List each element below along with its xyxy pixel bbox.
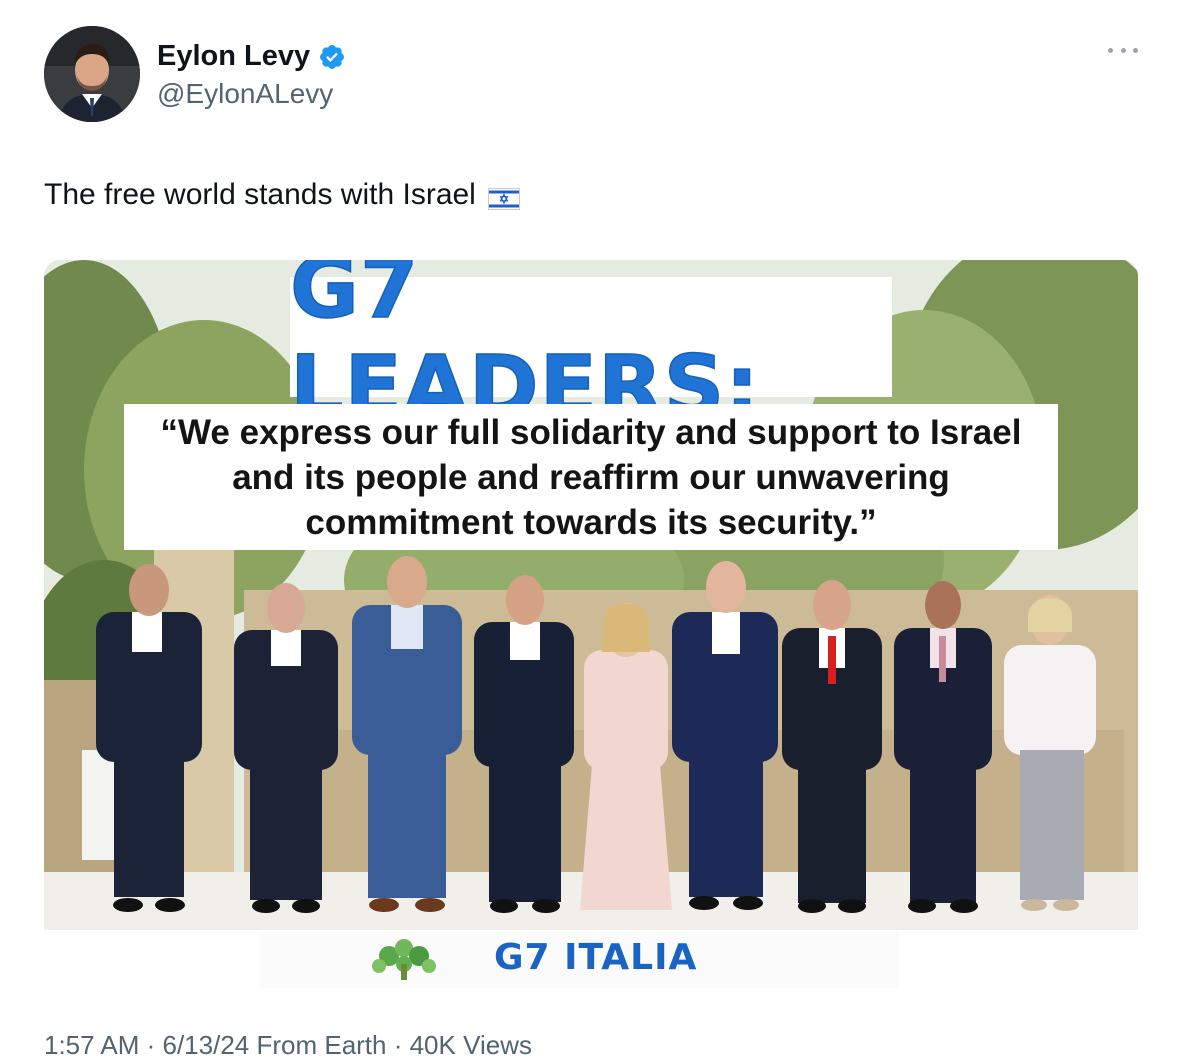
tweet-media-image[interactable]: G7 LEADERS: “We express our full solidar… <box>44 260 1138 988</box>
author-name[interactable]: Eylon Levy <box>157 40 346 73</box>
author-display-name[interactable]: Eylon Levy <box>157 40 310 73</box>
more-dot <box>1108 47 1113 53</box>
headline-banner: G7 LEADERS: <box>289 260 892 436</box>
g7-italia-banner: G7 ITALIA <box>494 932 697 982</box>
quote-text: “We express our full solidarity and supp… <box>160 412 1022 542</box>
g7-italia-text: G7 ITALIA <box>494 936 698 978</box>
tweet-body: The free world stands with Israel <box>44 178 476 211</box>
more-dot <box>1120 47 1126 53</box>
author-handle[interactable]: @EylonALevy <box>157 78 333 110</box>
more-options-icon[interactable] <box>1108 40 1138 60</box>
israel-flag-icon <box>487 184 520 210</box>
tweet-meta: 1:57 AM · 6/13/24 From Earth · 40K Views <box>44 1030 532 1060</box>
tweet-text: The free world stands with Israel <box>44 178 520 212</box>
verified-badge-icon <box>318 43 346 71</box>
more-dot <box>1133 47 1138 53</box>
avatar[interactable] <box>44 26 140 122</box>
quote-box: “We express our full solidarity and supp… <box>124 404 1058 550</box>
